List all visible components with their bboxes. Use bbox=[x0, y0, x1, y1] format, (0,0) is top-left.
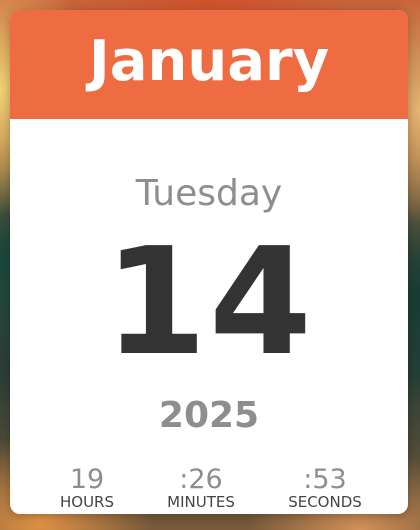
clock-row: 19 HOURS :26 MINUTES :53 SECONDS bbox=[10, 466, 408, 512]
minutes-value: :26 bbox=[179, 464, 223, 495]
month-label: January bbox=[88, 28, 330, 94]
clock-hours: 19 HOURS bbox=[32, 466, 142, 510]
clock-seconds: :53 SECONDS bbox=[270, 466, 380, 510]
minutes-label: MINUTES bbox=[167, 493, 235, 511]
day-number: 14 bbox=[104, 216, 314, 388]
seconds-value: :53 bbox=[303, 464, 347, 495]
seconds-label: SECONDS bbox=[288, 493, 362, 511]
clock-minutes: :26 MINUTES bbox=[146, 466, 256, 510]
month-header: January bbox=[10, 10, 408, 119]
hours-value: 19 bbox=[69, 464, 105, 495]
calendar-widget: January Tuesday 14 2025 19 HOURS :26 MIN… bbox=[10, 10, 408, 514]
weekday-label: Tuesday bbox=[135, 173, 283, 214]
hours-label: HOURS bbox=[59, 493, 114, 511]
year-label: 2025 bbox=[158, 395, 260, 436]
